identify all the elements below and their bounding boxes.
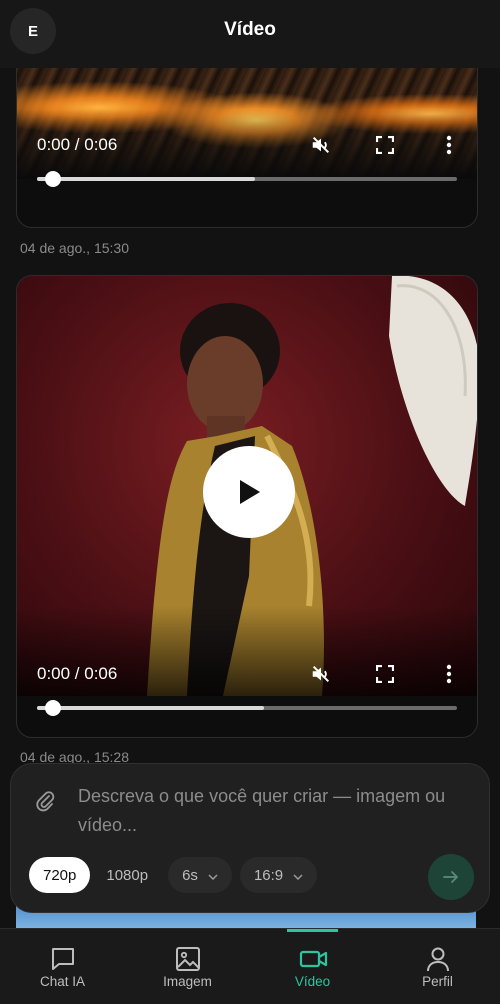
nav-item-image[interactable]: Imagem	[125, 929, 250, 1004]
aspect-ratio-value: 16:9	[253, 866, 284, 884]
generation-options: 720p 1080p 6s 16:9	[29, 857, 325, 893]
prompt-composer: Descreva o que você quer criar — imagem …	[10, 763, 490, 913]
paperclip-icon[interactable]	[35, 790, 55, 817]
chat-icon	[49, 945, 77, 973]
nav-label: Imagem	[163, 974, 212, 989]
video-thumbnail-fireplace[interactable]	[17, 68, 477, 179]
user-icon	[424, 945, 452, 973]
fullscreen-icon[interactable]	[373, 133, 397, 157]
app-header: E Vídeo	[0, 0, 500, 68]
nav-label: Vídeo	[294, 974, 331, 989]
resolution-1080p-chip[interactable]: 1080p	[98, 857, 156, 893]
aspect-ratio-select[interactable]: 16:9	[239, 857, 318, 893]
video-card[interactable]: 0:00 / 0:06	[16, 275, 478, 738]
video-card[interactable]: 0:00 / 0:06	[16, 68, 478, 228]
send-button[interactable]	[428, 854, 474, 900]
bottom-nav: Chat IA Imagem Vídeo Perfil	[0, 928, 500, 1004]
more-options-icon[interactable]	[437, 662, 461, 686]
video-progress-bar[interactable]	[37, 700, 457, 716]
image-icon	[174, 945, 202, 973]
page-title: Vídeo	[224, 19, 276, 40]
video-progress-fill	[37, 706, 264, 710]
video-progress-knob[interactable]	[45, 171, 61, 187]
duration-select[interactable]: 6s	[168, 857, 232, 893]
video-camera-icon	[299, 945, 327, 973]
nav-label: Perfil	[422, 974, 453, 989]
muted-speaker-icon[interactable]	[309, 662, 333, 686]
prompt-input[interactable]: Descreva o que você quer criar — imagem …	[78, 782, 473, 840]
fullscreen-icon[interactable]	[373, 662, 397, 686]
arrow-right-icon	[443, 871, 459, 883]
duration-value: 6s	[182, 866, 198, 884]
chevron-down-icon	[208, 867, 218, 884]
nav-item-video[interactable]: Vídeo	[250, 929, 375, 1004]
play-button[interactable]	[203, 446, 295, 538]
muted-speaker-icon[interactable]	[309, 133, 333, 157]
video-time: 0:00 / 0:06	[37, 664, 118, 683]
video-progress-fill	[37, 177, 256, 181]
nav-item-chat[interactable]: Chat IA	[0, 929, 125, 1004]
video-progress-knob[interactable]	[45, 700, 61, 716]
video-timestamp: 04 de ago., 15:30	[20, 240, 129, 256]
resolution-720p-chip[interactable]: 720p	[29, 857, 91, 893]
video-progress-bar[interactable]	[37, 171, 457, 187]
chevron-down-icon	[293, 867, 303, 884]
more-options-icon[interactable]	[437, 133, 461, 157]
video-controls: 0:00 / 0:06	[37, 662, 461, 686]
nav-item-profile[interactable]: Perfil	[375, 929, 500, 1004]
nav-label: Chat IA	[39, 974, 86, 989]
video-time: 0:00 / 0:06	[37, 135, 118, 154]
video-controls: 0:00 / 0:06	[37, 133, 461, 157]
